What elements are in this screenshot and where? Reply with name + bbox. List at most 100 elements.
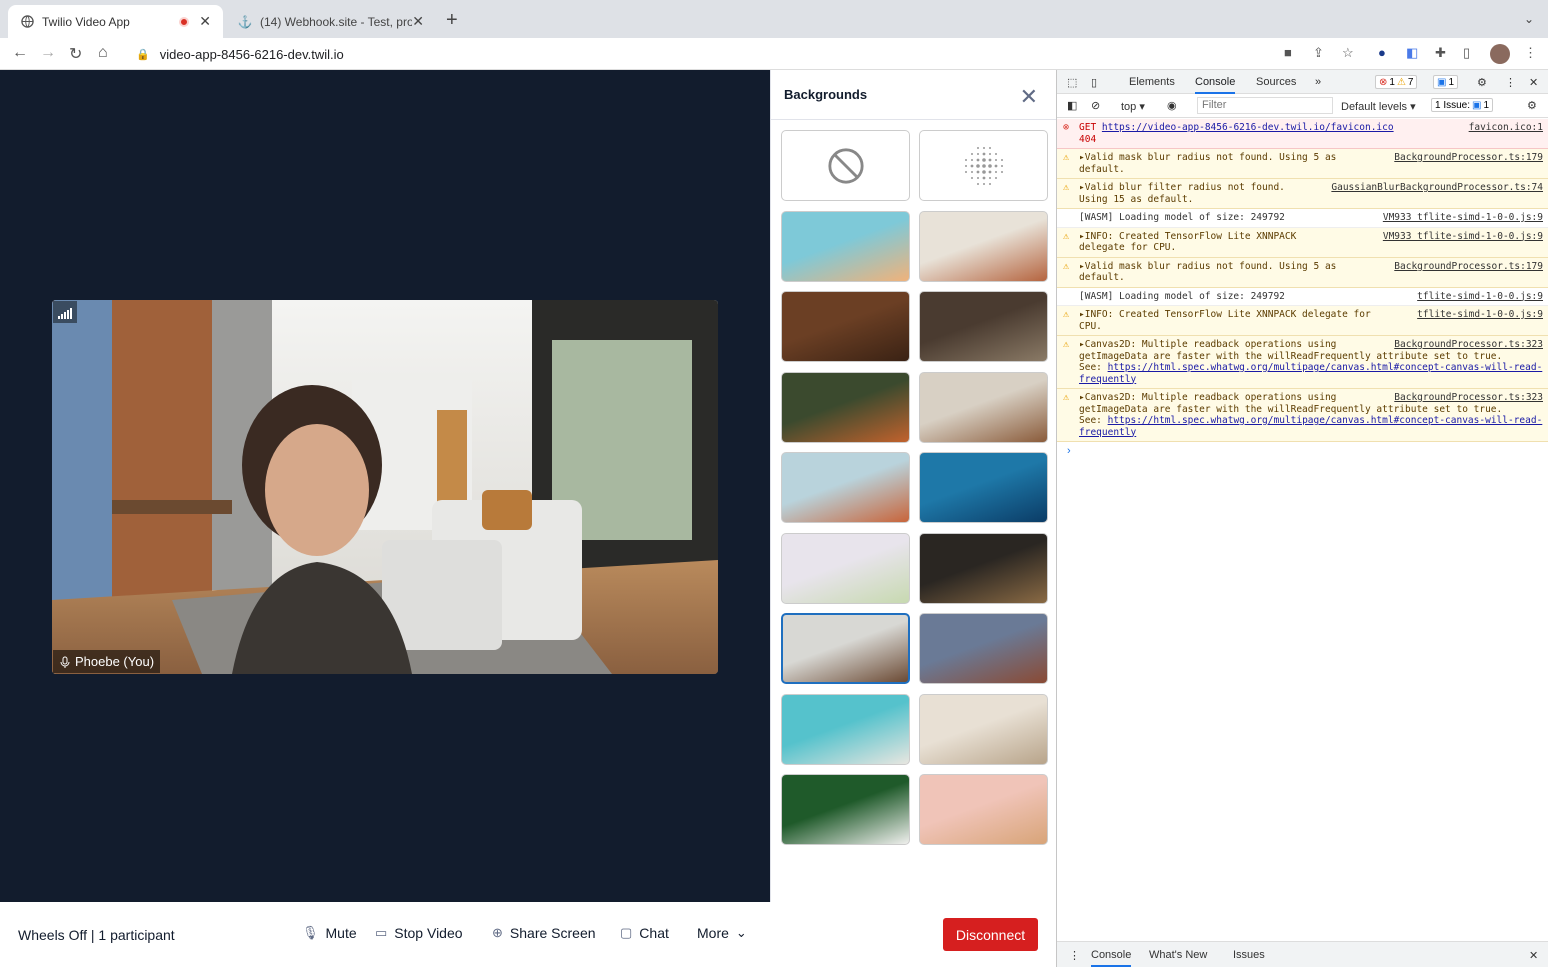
source-link[interactable]: BackgroundProcessor.ts:323 — [1394, 392, 1543, 404]
side-panel-icon[interactable]: ▯ — [1463, 45, 1470, 61]
background-thumb-bookshelf[interactable] — [781, 291, 910, 362]
log-levels-dropdown[interactable]: Default levels ▾ — [1341, 100, 1416, 113]
tab-elements[interactable]: Elements — [1129, 76, 1175, 88]
tab-sources[interactable]: Sources — [1256, 76, 1296, 88]
background-thumb-living-room[interactable] — [919, 371, 1048, 443]
console-message[interactable]: ⚠ BackgroundProcessor.ts:323 ▸Canvas2D: Mu… — [1057, 336, 1548, 389]
share-screen-button[interactable]: ⊕ Share Screen — [492, 925, 596, 941]
source-link[interactable]: VM933 tflite-simd-1-0-0.js:9 — [1383, 231, 1543, 243]
console-message[interactable]: ⚠ tflite-simd-1-0-0.js:9 ▸INFO: Created Te… — [1057, 306, 1548, 336]
background-thumb-kitchen[interactable] — [919, 532, 1048, 604]
background-thumb-modern-home[interactable] — [781, 371, 910, 443]
issues-badge[interactable]: 1 Issue: ▣ 1 — [1431, 98, 1494, 112]
source-link[interactable]: tflite-simd-1-0-0.js:9 — [1417, 309, 1543, 321]
source-link[interactable]: GaussianBlurBackgroundProcessor.ts:74 — [1331, 182, 1543, 194]
address-bar[interactable]: 🔒 video-app-8456-6216-dev.twil.io — [128, 41, 1368, 67]
menu-kebab-icon[interactable]: ⋮ — [1524, 45, 1537, 61]
mute-button[interactable]: 🎙 Mute — [302, 925, 357, 941]
chat-button[interactable]: ▢ Chat — [620, 925, 669, 941]
browser-tab-twilio[interactable]: Twilio Video App ✕ — [8, 5, 223, 38]
console-message[interactable]: ⚠ BackgroundProcessor.ts:179 ▸Valid mask b… — [1057, 257, 1548, 288]
console-message[interactable]: ⚠ GaussianBlurBackgroundProcessor.ts:74 ▸V… — [1057, 179, 1548, 209]
message-text: ▸Valid blur filter radius not found. Usi… — [1079, 182, 1285, 205]
background-thumb-coffee-shop[interactable] — [919, 291, 1048, 362]
camera-in-use-icon[interactable]: ■ — [1284, 45, 1292, 60]
message-link[interactable]: https://html.spec.whatwg.org/multipage/c… — [1079, 415, 1542, 438]
devtools-menu-icon[interactable]: ⋮ — [1505, 76, 1516, 89]
drawer-menu-icon[interactable]: ⋮ — [1069, 949, 1080, 962]
chevron-down-icon: ⌄ — [735, 925, 747, 940]
background-thumb-mountains[interactable] — [919, 613, 1048, 684]
close-devtools-icon[interactable]: ✕ — [1529, 76, 1538, 89]
message-link[interactable]: https://html.spec.whatwg.org/multipage/c… — [1079, 362, 1542, 385]
console-filter-input[interactable]: Filter — [1197, 97, 1333, 114]
background-thumb-dining-room[interactable] — [919, 693, 1048, 765]
background-thumb-ocean[interactable] — [919, 452, 1048, 523]
reload-icon[interactable]: ↻ — [69, 44, 82, 64]
drawer-tab-console[interactable]: Console — [1091, 949, 1132, 967]
new-tab-icon[interactable]: + — [446, 9, 458, 32]
home-icon[interactable]: ⌂ — [98, 44, 108, 62]
forward-icon[interactable]: → — [40, 44, 56, 62]
drawer-tab-whats-new[interactable]: What's New — [1149, 949, 1207, 961]
warning-count: 7 — [1407, 76, 1414, 88]
call-controls-bar: Wheels Off | 1 participant 🎙 Mute ▭ Stop… — [0, 902, 1056, 967]
background-thumb-desert[interactable] — [781, 452, 910, 523]
message-text: [WASM] Loading model of size: 249792 — [1079, 290, 1285, 302]
console-message[interactable]: tflite-simd-1-0-0.js:9 [WASM] Loading mod… — [1057, 287, 1548, 306]
messages-badge[interactable]: ▣ 1 — [1433, 75, 1459, 89]
close-tab-icon[interactable]: ✕ — [199, 13, 211, 30]
device-toolbar-icon[interactable]: ▯ — [1091, 76, 1097, 89]
bookmark-star-icon[interactable]: ☆ — [1342, 45, 1354, 61]
stop-video-button[interactable]: ▭ Stop Video — [375, 925, 463, 941]
source-link[interactable]: BackgroundProcessor.ts:179 — [1394, 261, 1543, 273]
extension-icon[interactable]: ● — [1378, 45, 1386, 60]
console-settings-icon[interactable]: ⚙ — [1527, 99, 1537, 112]
context-selector[interactable]: top ▾ — [1121, 100, 1145, 113]
message-link[interactable]: https://video-app-8456-6216-dev.twil.io/… — [1102, 122, 1394, 133]
drawer-tab-issues[interactable]: Issues — [1233, 949, 1265, 961]
background-thumb-boho-home[interactable] — [919, 210, 1048, 282]
clear-console-icon[interactable]: ⊘ — [1091, 99, 1100, 112]
live-expression-eye-icon[interactable]: ◉ — [1167, 99, 1177, 112]
console-message[interactable]: ⚠ BackgroundProcessor.ts:323 ▸Canvas2D: Mu… — [1057, 389, 1548, 442]
disconnect-button[interactable]: Disconnect — [943, 918, 1038, 951]
background-thumb-blur[interactable] — [919, 130, 1048, 201]
error-warning-badge[interactable]: ⊗ 1 ⚠ 7 — [1375, 75, 1418, 89]
microphone-icon: 🎙 — [302, 925, 319, 940]
browser-tab-webhook[interactable]: ⚓ (14) Webhook.site - Test, proc ✕ — [226, 5, 436, 38]
console-prompt[interactable]: › — [1057, 442, 1548, 460]
background-thumb-abstract[interactable] — [781, 210, 910, 282]
source-link[interactable]: VM933 tflite-simd-1-0-0.js:9 — [1383, 212, 1543, 224]
background-thumb-beach[interactable] — [781, 693, 910, 765]
console-message[interactable]: VM933 tflite-simd-1-0-0.js:9 [WASM] Loadi… — [1057, 209, 1548, 228]
console-message[interactable]: ⊗ favicon.ico:1 GET https://video-app-8456… — [1057, 119, 1548, 149]
tab-search-icon[interactable]: ⌄ — [1524, 12, 1534, 26]
console-message[interactable]: ⚠ VM933 tflite-simd-1-0-0.js:9 ▸INFO: Crea… — [1057, 227, 1548, 258]
close-tab-icon[interactable]: ✕ — [412, 13, 424, 30]
extensions-puzzle-icon[interactable]: ✚ — [1435, 45, 1446, 61]
close-icon[interactable]: ✕ — [1020, 84, 1038, 110]
background-thumb-none[interactable] — [781, 130, 910, 201]
translate-icon[interactable]: ◧ — [1406, 45, 1418, 61]
source-link[interactable]: tflite-simd-1-0-0.js:9 — [1417, 291, 1543, 303]
background-thumb-leaves[interactable] — [781, 774, 910, 845]
share-icon[interactable]: ⇪ — [1313, 45, 1324, 61]
source-link[interactable]: BackgroundProcessor.ts:323 — [1394, 339, 1543, 351]
console-message[interactable]: ⚠ BackgroundProcessor.ts:179 ▸Valid mask b… — [1057, 149, 1548, 179]
background-thumb-apartment[interactable] — [781, 613, 910, 684]
inspect-element-icon[interactable]: ⬚ — [1067, 76, 1077, 89]
close-drawer-icon[interactable]: ✕ — [1529, 949, 1538, 962]
background-thumb-golden-gate[interactable] — [919, 774, 1048, 845]
settings-gear-icon[interactable]: ⚙ — [1477, 76, 1487, 89]
background-thumb-flowers[interactable] — [781, 532, 910, 604]
back-icon[interactable]: ← — [12, 44, 28, 62]
backgrounds-panel: Backgrounds ✕ — [770, 70, 1056, 902]
profile-avatar[interactable] — [1490, 44, 1510, 64]
more-button[interactable]: More ⌄ — [697, 925, 747, 941]
sidebar-toggle-icon[interactable]: ◧ — [1067, 99, 1077, 112]
more-tabs-icon[interactable]: » — [1315, 76, 1321, 88]
source-link[interactable]: favicon.ico:1 — [1469, 122, 1543, 134]
source-link[interactable]: BackgroundProcessor.ts:179 — [1394, 152, 1543, 164]
tab-console[interactable]: Console — [1195, 76, 1236, 94]
